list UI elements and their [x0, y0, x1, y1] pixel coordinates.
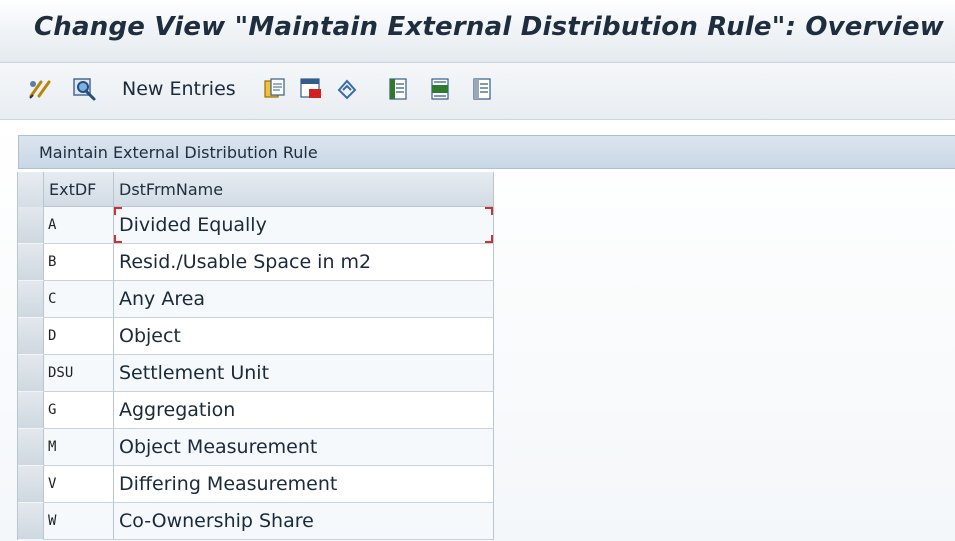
- select-all-icon[interactable]: [386, 76, 412, 102]
- row-selector[interactable]: [18, 429, 44, 466]
- application-toolbar: New Entries: [0, 63, 955, 120]
- page-title: Change View "Maintain External Distribut…: [34, 12, 944, 42]
- extdf-cell[interactable]: A: [44, 207, 114, 244]
- extdf-cell[interactable]: B: [44, 244, 114, 281]
- extdf-cell[interactable]: M: [44, 429, 114, 466]
- extdf-cell[interactable]: G: [44, 392, 114, 429]
- focus-corner-marker: [114, 235, 122, 243]
- column-header-extdf[interactable]: ExtDF: [44, 172, 114, 207]
- distribution-rule-table: ExtDF DstFrmName A Divided Equally B Resid.…: [17, 172, 494, 540]
- title-bar: Change View "Maintain External Distribut…: [0, 0, 955, 63]
- extdf-cell[interactable]: DSU: [44, 355, 114, 392]
- dstfrmname-cell[interactable]: Object: [114, 318, 494, 355]
- column-header-dstfrmname[interactable]: DstFrmName: [114, 172, 494, 207]
- edit-glasses-icon[interactable]: [27, 76, 53, 102]
- row-selector[interactable]: [18, 355, 44, 392]
- extdf-cell[interactable]: W: [44, 503, 114, 540]
- extdf-cell[interactable]: C: [44, 281, 114, 318]
- dstfrmname-cell[interactable]: Settlement Unit: [114, 355, 494, 392]
- find-icon[interactable]: [71, 76, 97, 102]
- new-entries-button[interactable]: New Entries: [122, 78, 236, 100]
- row-selector[interactable]: [18, 318, 44, 355]
- dstfrmname-cell[interactable]: Object Measurement: [114, 429, 494, 466]
- row-selector[interactable]: [18, 503, 44, 540]
- row-selector[interactable]: [18, 281, 44, 318]
- dstfrmname-cell[interactable]: Co-Ownership Share: [114, 503, 494, 540]
- extdf-cell[interactable]: V: [44, 466, 114, 503]
- dstfrmname-cell[interactable]: Differing Measurement: [114, 466, 494, 503]
- delete-icon[interactable]: [298, 76, 324, 102]
- row-selector[interactable]: [18, 466, 44, 503]
- row-selector[interactable]: [18, 207, 44, 244]
- select-block-icon[interactable]: [428, 76, 454, 102]
- row-selector[interactable]: [18, 244, 44, 281]
- row-selector[interactable]: [18, 392, 44, 429]
- table-panel-header: Maintain External Distribution Rule: [18, 135, 955, 169]
- focus-corner-marker: [114, 207, 122, 215]
- focus-corner-marker: [485, 235, 493, 243]
- focus-corner-marker: [485, 207, 493, 215]
- undo-change-icon[interactable]: [334, 76, 360, 102]
- copy-as-icon[interactable]: [262, 76, 288, 102]
- table-panel-title: Maintain External Distribution Rule: [39, 143, 318, 162]
- dstfrmname-cell[interactable]: Divided Equally: [114, 207, 494, 244]
- dstfrmname-cell[interactable]: Any Area: [114, 281, 494, 318]
- select-all-rows-cell[interactable]: [18, 172, 44, 207]
- extdf-cell[interactable]: D: [44, 318, 114, 355]
- dstfrmname-cell[interactable]: Resid./Usable Space in m2: [114, 244, 494, 281]
- dstfrmname-cell[interactable]: Aggregation: [114, 392, 494, 429]
- deselect-all-icon[interactable]: [470, 76, 496, 102]
